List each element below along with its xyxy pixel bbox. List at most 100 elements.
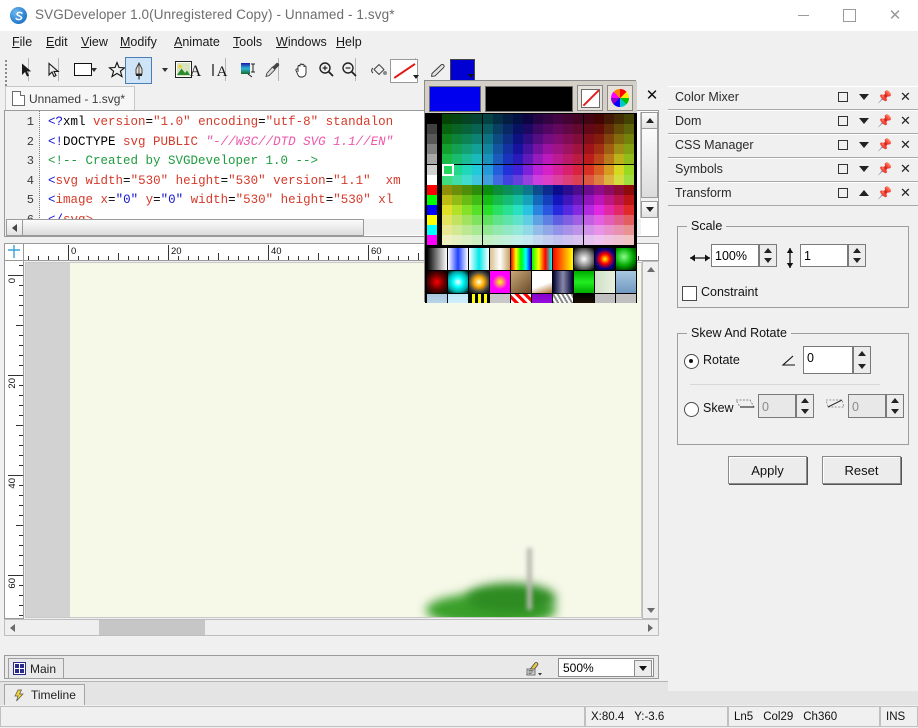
canvas-scroll-up-button[interactable] <box>643 262 658 277</box>
palette-swatch[interactable] <box>462 194 473 205</box>
palette-pattern-swatch[interactable] <box>553 294 573 303</box>
palette-swatch[interactable] <box>583 215 594 226</box>
palette-swatch[interactable] <box>593 154 604 165</box>
palette-swatch[interactable] <box>492 204 503 215</box>
palette-swatch[interactable] <box>492 114 503 125</box>
palette-swatch[interactable] <box>563 164 574 175</box>
palette-swatch[interactable] <box>593 215 604 226</box>
fill-none-swatch[interactable] <box>390 59 418 83</box>
panel-header-transform[interactable]: Transform 📌 ✕ <box>668 182 918 206</box>
palette-swatch[interactable] <box>492 225 503 236</box>
palette-swatch[interactable] <box>613 184 624 195</box>
panel-header-color-mixer[interactable]: Color Mixer 📌 ✕ <box>668 86 918 110</box>
palette-swatch[interactable] <box>583 164 594 175</box>
code-line[interactable]: <svg width="530" height="530" version="1… <box>48 174 401 188</box>
palette-swatch[interactable] <box>522 225 533 236</box>
palette-swatch[interactable] <box>553 204 564 215</box>
palette-gradient-swatch[interactable] <box>511 248 531 271</box>
palette-swatch[interactable] <box>512 235 523 246</box>
palette-swatch[interactable] <box>502 215 513 226</box>
palette-swatch[interactable] <box>603 174 614 185</box>
stroke-color-swatch[interactable] <box>450 59 475 82</box>
palette-swatch[interactable] <box>563 235 574 246</box>
palette-gradient-swatch[interactable] <box>427 248 447 271</box>
code-line[interactable]: <!-- Created by SVGDeveloper 1.0 --> <box>48 154 318 168</box>
palette-swatch[interactable] <box>543 215 554 226</box>
palette-swatch[interactable] <box>563 154 574 165</box>
palette-swatch[interactable] <box>543 164 554 175</box>
scale-y-input[interactable]: 1 <box>800 244 848 267</box>
palette-swatch[interactable] <box>623 204 634 215</box>
palette-swatch[interactable] <box>512 184 523 195</box>
palette-swatch[interactable] <box>492 184 503 195</box>
palette-swatch[interactable] <box>563 134 574 145</box>
palette-pattern-swatch[interactable] <box>616 271 636 294</box>
palette-swatch[interactable] <box>462 225 473 236</box>
palette-swatch[interactable] <box>502 184 513 195</box>
palette-pattern-swatch[interactable] <box>532 271 552 294</box>
palette-swatch[interactable] <box>553 235 564 246</box>
code-line[interactable]: <!DOCTYPE svg PUBLIC "-//W3C//DTD SVG 1.… <box>48 135 393 149</box>
palette-gradient-swatch[interactable] <box>595 248 615 271</box>
palette-swatch[interactable] <box>462 215 473 226</box>
stepper-up-icon[interactable] <box>891 398 899 403</box>
palette-swatch[interactable] <box>553 114 564 125</box>
palette-swatch[interactable] <box>573 215 584 226</box>
palette-swatch[interactable] <box>462 114 473 125</box>
palette-swatch[interactable] <box>452 134 463 145</box>
palette-swatch[interactable] <box>533 204 544 215</box>
canvas-vertical-scrollbar[interactable] <box>642 261 659 619</box>
palette-swatch[interactable] <box>553 134 564 145</box>
stepper-down-icon[interactable] <box>858 364 866 369</box>
palette-swatch[interactable] <box>593 124 604 135</box>
scale-x-input[interactable]: 100% <box>711 244 759 267</box>
close-button[interactable]: ✕ <box>872 0 918 31</box>
stepper-up-icon[interactable] <box>764 247 772 253</box>
maximize-button[interactable] <box>826 0 872 31</box>
palette-swatch[interactable] <box>492 164 503 175</box>
palette-swatch[interactable] <box>442 215 453 226</box>
palette-swatch[interactable] <box>492 215 503 226</box>
palette-swatch[interactable] <box>613 204 624 215</box>
palette-swatch[interactable] <box>543 124 554 135</box>
palette-swatch[interactable] <box>573 164 584 175</box>
color-picker-popup[interactable] <box>424 80 637 303</box>
edit-symbol-icon[interactable] <box>524 659 546 676</box>
palette-swatch[interactable] <box>472 235 483 246</box>
palette-pattern-swatch[interactable] <box>595 294 615 303</box>
pen-path-tool[interactable] <box>125 57 152 84</box>
fill-swatch-dropdown-icon[interactable] <box>413 75 419 79</box>
palette-swatch[interactable] <box>613 164 624 175</box>
palette-swatch[interactable] <box>563 124 574 135</box>
palette-swatch[interactable] <box>522 174 533 185</box>
scene-main-button[interactable]: Main <box>8 658 65 679</box>
palette-swatch[interactable] <box>613 194 624 205</box>
palette-swatch[interactable] <box>593 114 604 125</box>
gradient-tool[interactable] <box>236 57 261 82</box>
palette-swatch[interactable] <box>452 174 463 185</box>
palette-swatch[interactable] <box>533 164 544 175</box>
palette-pattern-swatch[interactable] <box>448 294 468 303</box>
palette-swatch[interactable] <box>623 144 634 155</box>
palette-swatch[interactable] <box>482 144 493 155</box>
palette-swatch[interactable] <box>502 154 513 165</box>
palette-swatch[interactable] <box>583 144 594 155</box>
palette-swatch[interactable] <box>502 174 513 185</box>
palette-swatch[interactable] <box>442 114 453 125</box>
palette-swatch[interactable] <box>512 134 523 145</box>
eyedropper-tool[interactable] <box>260 57 285 82</box>
no-color-button[interactable] <box>577 85 603 111</box>
skew-horizontal-input[interactable]: 0 <box>758 394 796 418</box>
palette-swatch[interactable] <box>563 204 574 215</box>
palette-swatch[interactable] <box>472 154 483 165</box>
palette-swatch[interactable] <box>442 144 453 155</box>
panel-collapse-down-icon[interactable] <box>857 90 870 104</box>
palette-swatch[interactable] <box>482 235 493 246</box>
panel-restore-icon[interactable] <box>836 90 849 104</box>
palette-swatch[interactable] <box>533 225 544 236</box>
palette-pattern-swatch[interactable] <box>490 294 510 303</box>
palette-swatch[interactable] <box>442 124 453 135</box>
palette-swatch[interactable] <box>502 114 513 125</box>
palette-swatch[interactable] <box>623 114 634 125</box>
zoom-in-tool[interactable] <box>314 57 339 82</box>
